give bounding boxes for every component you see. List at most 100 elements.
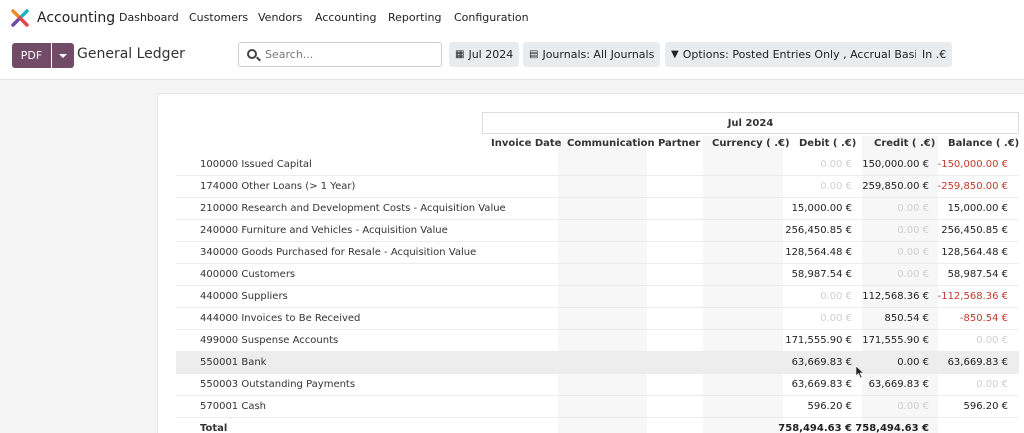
balance-value: 15,000.00 € (947, 203, 1008, 214)
account-name[interactable]: 550001 Bank (200, 357, 266, 368)
credit-value: 0.00 € (897, 225, 929, 236)
account-name[interactable]: 440000 Suppliers (200, 291, 288, 302)
search-icon (247, 49, 257, 59)
total-credit: 758,494.63 € (855, 423, 929, 433)
credit-value: 63,669.83 € (868, 379, 929, 390)
balance-value: -112,568.36 € (937, 291, 1008, 302)
filter-icon: ▼ (671, 49, 679, 60)
pdf-button[interactable]: PDF (12, 43, 51, 68)
account-name[interactable]: 100000 Issued Capital (200, 159, 312, 170)
ledger-row[interactable]: 550001 Bank 63,669.83 € 0.00 € 63,669.83 € (176, 352, 1019, 374)
col-debit[interactable]: Debit ( .€) (799, 138, 856, 149)
ledger-row[interactable]: 444000 Invoices to Be Received 0.00 € 850.… (176, 308, 1019, 330)
balance-value: -259,850.00 € (937, 181, 1008, 192)
credit-value: 0.00 € (897, 203, 929, 214)
pdf-dropdown-toggle[interactable] (52, 43, 74, 68)
balance-value: -850.54 € (959, 313, 1008, 324)
debit-value: 58,987.54 € (791, 269, 852, 280)
debit-value: 0.00 € (820, 291, 852, 302)
total-label: Total (200, 423, 228, 433)
nav-dashboard[interactable]: Dashboard (119, 11, 179, 24)
options-filter-label: Options: Posted Entries Only , Accrual B… (682, 48, 924, 61)
debit-value: 596.20 € (807, 401, 852, 412)
credit-value: 0.00 € (897, 401, 929, 412)
ledger-row[interactable]: 400000 Customers 58,987.54 € 0.00 € 58,987.… (176, 264, 1019, 286)
balance-value: -150,000.00 € (937, 159, 1008, 170)
credit-value: 850.54 € (884, 313, 929, 324)
nav-vendors[interactable]: Vendors (258, 11, 302, 24)
currency-filter-label: In .€ (922, 48, 947, 61)
debit-value: 256,450.85 € (785, 225, 852, 236)
search-box[interactable] (238, 42, 442, 67)
ledger-row[interactable]: 570001 Cash 596.20 € 0.00 € 596.20 € (176, 396, 1019, 418)
col-partner[interactable]: Partner (658, 138, 700, 149)
balance-value: 596.20 € (963, 401, 1008, 412)
balance-value: 0.00 € (976, 379, 1008, 390)
nav-reporting[interactable]: Reporting (388, 11, 441, 24)
total-debit: 758,494.63 € (778, 423, 852, 433)
date-filter-button[interactable]: ▦ Jul 2024 (449, 42, 520, 67)
credit-value: 0.00 € (897, 357, 929, 368)
credit-value: 0.00 € (897, 247, 929, 258)
top-navbar: Accounting Dashboard Customers Vendors A… (0, 0, 1024, 36)
ledger-row[interactable]: 210000 Research and Development Costs - … (176, 198, 1019, 220)
ledger-row[interactable]: 174000 Other Loans (> 1 Year) 0.00 € 259,8… (176, 176, 1019, 198)
debit-value: 0.00 € (820, 159, 852, 170)
col-invoice-date[interactable]: Invoice Date (491, 138, 561, 149)
search-input[interactable] (265, 46, 435, 63)
book-icon: ▤ (529, 49, 539, 60)
total-row: Total 758,494.63 €758,494.63 € (176, 418, 1019, 433)
account-name[interactable]: 340000 Goods Purchased for Resale - Acqu… (200, 247, 476, 258)
balance-value: 63,669.83 € (947, 357, 1008, 368)
app-title[interactable]: Accounting (37, 10, 115, 26)
credit-value: 112,568.36 € (862, 291, 929, 302)
journals-filter-button[interactable]: ▤ Journals: All Journals (523, 42, 661, 67)
options-filter-button[interactable]: ▼ Options: Posted Entries Only , Accrual… (665, 42, 930, 67)
ledger-row[interactable]: 550003 Outstanding Payments 63,669.83 € 63… (176, 374, 1019, 396)
control-panel: PDF General Ledger ▦ Jul 2024 ▤ Journals… (0, 36, 1024, 80)
account-name[interactable]: 570001 Cash (200, 401, 266, 412)
page-title: General Ledger (77, 46, 185, 62)
balance-value: 58,987.54 € (947, 269, 1008, 280)
account-name[interactable]: 210000 Research and Development Costs - … (200, 203, 506, 214)
nav-accounting[interactable]: Accounting (315, 11, 376, 24)
calendar-icon: ▦ (455, 49, 465, 60)
debit-value: 171,555.90 € (785, 335, 852, 346)
balance-value: 128,564.48 € (941, 247, 1008, 258)
ledger-row[interactable]: 340000 Goods Purchased for Resale - Acqu… (176, 242, 1019, 264)
nav-customers[interactable]: Customers (189, 11, 248, 24)
col-balance[interactable]: Balance ( .€) (948, 138, 1019, 149)
mouse-cursor-icon (856, 366, 864, 378)
ledger-row[interactable]: 100000 Issued Capital 0.00 € 150,000.00 € -… (176, 154, 1019, 176)
account-name[interactable]: 174000 Other Loans (> 1 Year) (200, 181, 355, 192)
debit-value: 63,669.83 € (791, 357, 852, 368)
credit-value: 150,000.00 € (862, 159, 929, 170)
debit-value: 0.00 € (820, 181, 852, 192)
account-name[interactable]: 550003 Outstanding Payments (200, 379, 355, 390)
balance-value: 0.00 € (976, 335, 1008, 346)
nav-configuration[interactable]: Configuration (454, 11, 529, 24)
ledger-row[interactable]: 240000 Furniture and Vehicles - Acquisit… (176, 220, 1019, 242)
debit-value: 128,564.48 € (785, 247, 852, 258)
ledger-row[interactable]: 499000 Suspense Accounts 171,555.90 € 171,… (176, 330, 1019, 352)
debit-value: 15,000.00 € (791, 203, 852, 214)
account-name[interactable]: 444000 Invoices to Be Received (200, 313, 360, 324)
col-currency[interactable]: Currency ( .€) (712, 138, 790, 149)
caret-down-icon (59, 53, 67, 58)
balance-value: 256,450.85 € (941, 225, 1008, 236)
credit-value: 171,555.90 € (862, 335, 929, 346)
app-logo-icon[interactable] (11, 9, 29, 27)
account-name[interactable]: 240000 Furniture and Vehicles - Acquisit… (200, 225, 448, 236)
period-header: Jul 2024 (482, 112, 1019, 134)
account-name[interactable]: 400000 Customers (200, 269, 295, 280)
credit-value: 0.00 € (897, 269, 929, 280)
currency-filter-button[interactable]: In .€ (916, 42, 953, 67)
journals-filter-label: Journals: All Journals (542, 48, 655, 61)
ledger-row[interactable]: 440000 Suppliers 0.00 € 112,568.36 € -112,5… (176, 286, 1019, 308)
date-filter-label: Jul 2024 (468, 48, 514, 61)
col-credit[interactable]: Credit ( .€) (874, 138, 935, 149)
debit-value: 63,669.83 € (791, 379, 852, 390)
debit-value: 0.00 € (820, 313, 852, 324)
col-communication[interactable]: Communication (567, 138, 655, 149)
account-name[interactable]: 499000 Suspense Accounts (200, 335, 338, 346)
